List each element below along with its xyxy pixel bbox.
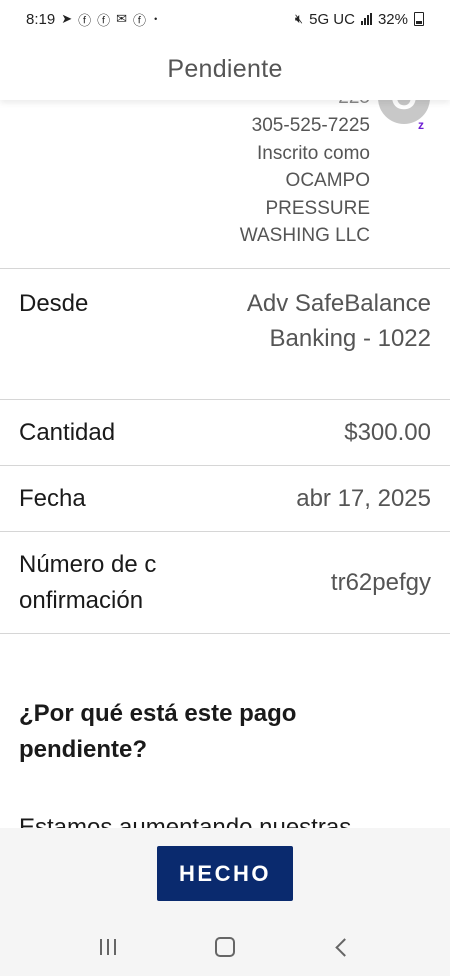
date-row: Fecha abr 17, 2025 [0,466,450,532]
facebook-icon: ⓕ [97,12,111,28]
enrolled-name-line1: OCAMPO [285,170,370,191]
confirmation-value: tr62pefgy [330,569,431,596]
messenger-icon: ✉ [116,11,128,26]
battery-icon [414,12,424,26]
why-pending-section: ¿Por qué está este pago pendiente? Estam… [0,634,450,828]
enrolled-name-line3: WASHING LLC [239,225,370,246]
status-bar-left: 8:19 ➤ ⓕ ⓕ ✉ ⓕ • [26,10,157,29]
navigation-bar [0,918,450,976]
from-label: Desde [19,290,89,317]
from-account-name: Adv SafeBalance [246,290,431,317]
confirmation-row: Número de c onfirmación tr62pefgy [0,532,450,634]
facebook-icon: ⓕ [133,12,147,28]
recipient-phone: 305-525-7225 [251,115,370,136]
amount-row: Cantidad $300.00 [0,400,450,466]
recipient-section: O z 225 305-525-7225 Inscrito como OCAMP… [0,100,450,269]
back-icon [335,937,354,957]
date-value: abr 17, 2025 [296,485,431,512]
enrolled-as-label: Inscrito como [257,142,370,164]
status-bar-right: 🔇︎ 5G UC 32% [295,11,424,28]
done-button[interactable]: HECHO [157,846,293,901]
recents-button[interactable] [86,925,130,969]
back-button[interactable] [320,925,364,969]
amount-value: $300.00 [344,419,431,446]
facebook-icon: ⓕ [78,12,92,28]
date-label: Fecha [19,485,86,512]
battery-percent: 32% [377,10,408,28]
page-title: Pendiente [167,54,283,83]
amount-label: Cantidad [19,419,116,446]
action-area: HECHO [0,828,450,918]
home-button[interactable] [203,925,247,969]
mute-icon: 🔇︎ [294,11,304,26]
signal-icon [360,13,372,25]
network-label: 5G UC [309,10,355,28]
avatar-initial: O [391,100,417,118]
from-account-number: Banking - 1022 [269,325,431,352]
from-value: Adv SafeBalance Banking - 1022 [191,286,431,399]
payment-details-content[interactable]: O z 225 305-525-7225 Inscrito como OCAMP… [0,100,450,828]
more-notifications-dot: • [154,14,158,24]
enrolled-name-line2: PRESSURE [265,197,370,219]
status-bar: 8:19 ➤ ⓕ ⓕ ✉ ⓕ • 🔇︎ 5G UC 32% [0,0,450,38]
status-time: 8:19 [26,10,56,28]
home-icon [214,937,235,957]
why-pending-body: Estamos aumentando nuestras [19,814,352,828]
why-pending-title: ¿Por qué está este pago pendiente? [19,700,297,763]
recipient-info: 225 305-525-7225 Inscrito como OCAMPO PR… [239,100,370,250]
confirmation-label: Número de c onfirmación [19,550,157,614]
zelle-icon: z [418,118,424,132]
recents-icon [100,939,117,955]
recipient-partial-line: 225 [338,100,370,112]
app-header: Pendiente [0,38,450,100]
telegram-icon: ➤ [61,11,73,26]
from-row: Desde Adv SafeBalance Banking - 1022 [0,269,450,400]
